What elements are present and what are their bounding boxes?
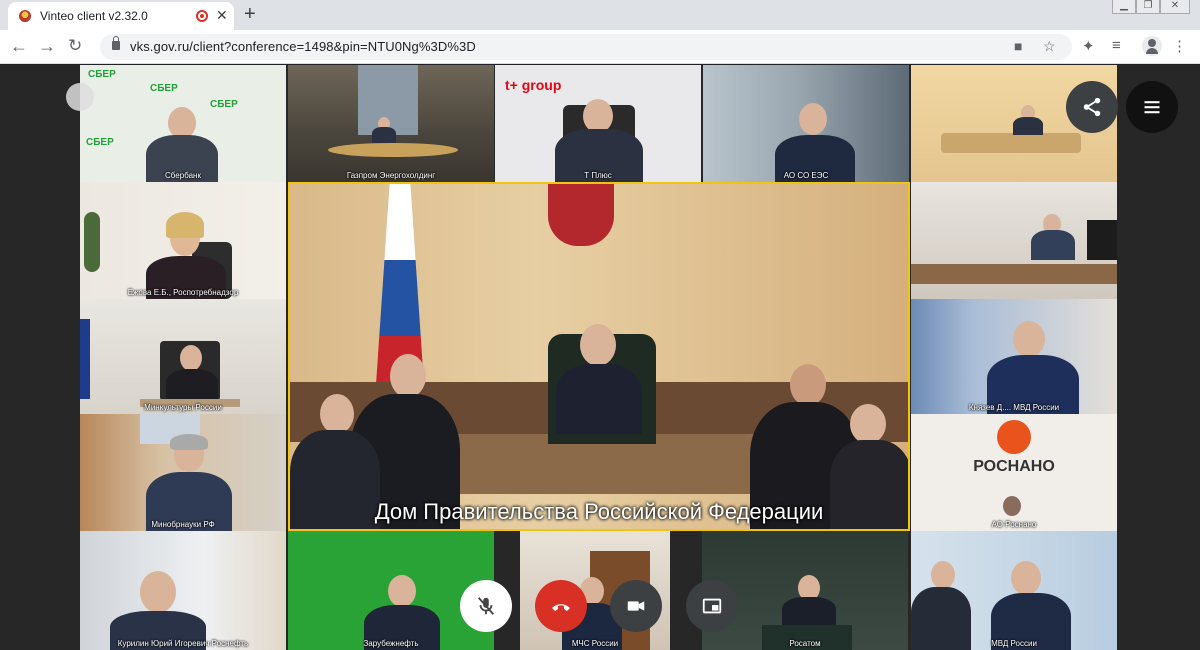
browser-menu-icon[interactable]: ⋮ [1172,37,1187,55]
hangup-button[interactable] [535,580,587,632]
profile-avatar[interactable] [1142,36,1162,56]
url-text[interactable]: vks.gov.ru/client?conference=1498&pin=NT… [130,39,476,54]
menu-button[interactable] [1126,81,1178,133]
sber-logo: СБЕР [150,83,178,94]
camera-button[interactable] [610,580,662,632]
close-tab-icon[interactable]: ✕ [216,7,228,24]
share-button[interactable] [1066,81,1118,133]
participant-tile[interactable]: Ежова Е.Б., Роспотребнадзор [80,182,286,299]
mic-off-icon [477,597,495,615]
extensions-icon[interactable]: ✦ [1082,37,1095,55]
participant-tile[interactable]: РОСНАНО АО Роснано [911,414,1117,531]
media-control-icon[interactable]: ≡ [1112,37,1121,54]
participant-label: МЧС России [571,639,619,648]
participant-label: Князев Д.... МВД России [968,403,1060,412]
pip-button[interactable] [686,580,738,632]
participant-label: Зарубежнефть [363,639,419,648]
vinteo-favicon-icon [19,10,31,22]
tab-title: Vinteo client v2.32.0 [40,9,148,23]
bookmark-star-icon[interactable]: ☆ [1043,38,1056,55]
participant-label: МВД России [991,639,1037,648]
participant-label: Курилин Юрий Игоревич Роснефть [117,639,249,648]
hangup-icon [552,604,570,611]
participant-label: Минобрнауки РФ [151,520,215,529]
address-bar[interactable]: vks.gov.ru/client?conference=1498&pin=NT… [100,34,1072,60]
vinteo-logo-icon [66,83,94,111]
new-tab-button[interactable]: + [244,3,256,26]
picture-in-picture-icon [702,598,722,614]
recording-icon [196,10,208,22]
minimize-window-button[interactable]: ▁ [1112,0,1136,14]
participant-label: Росатом [789,639,821,648]
browser-toolbar: ← → ↻ vks.gov.ru/client?conference=1498&… [0,30,1200,64]
tplus-logo: t+ group [505,77,562,93]
participant-tile[interactable]: Газпром Энергохолдинг [288,65,494,182]
participant-tile[interactable]: t+ group Т Плюс [495,65,701,182]
mute-button[interactable] [460,580,512,632]
participant-tile[interactable]: МВД России [911,531,1117,650]
browser-tabstrip: Vinteo client v2.32.0 ✕ + ▁ ❐ ✕ [0,0,1200,30]
participant-tile[interactable]: Минобрнауки РФ [80,414,286,531]
menu-icon [1144,101,1160,114]
participant-tile[interactable]: Князев Д.... МВД России [911,299,1117,414]
lock-icon[interactable] [112,36,120,50]
coat-of-arms-icon [548,184,614,246]
rosnano-logo-icon [997,420,1031,454]
participant-label: Ежова Е.Б., Роспотребнадзор [127,288,239,297]
forward-icon[interactable]: → [38,36,56,57]
rosnano-logo: РОСНАНО [973,458,1055,475]
close-window-button[interactable]: ✕ [1160,0,1190,14]
sber-logo: СБЕР [210,99,238,110]
camera-icon [627,601,645,611]
main-speaker-label: Дом Правительства Российской Федерации [374,499,824,524]
camera-permission-icon[interactable]: ■ [1014,38,1022,54]
restore-window-button[interactable]: ❐ [1136,0,1160,14]
sber-logo: СБЕР [86,137,114,148]
conference-stage: СБЕР СБЕР СБЕР СБЕР Сбербанк Газпром Эне… [0,65,1200,650]
main-speaker-tile[interactable]: Дом Правительства Российской Федерации [288,182,910,531]
back-icon[interactable]: ← [10,36,28,57]
participant-label: АО СО ЕЭС [783,171,829,180]
participant-label: АО Роснано [991,520,1037,529]
participant-label: Минкультуры России [144,403,222,412]
participant-tile[interactable]: Курилин Юрий Игоревич Роснефть [80,531,286,650]
participant-tile[interactable]: Минкультуры России [80,299,286,414]
participant-label: Т Плюс [584,171,612,180]
browser-tab[interactable]: Vinteo client v2.32.0 ✕ [8,2,234,30]
participant-tile[interactable]: СБЕР СБЕР СБЕР СБЕР Сбербанк [80,65,286,182]
participant-tile[interactable] [911,182,1117,299]
sber-logo: СБЕР [88,69,116,80]
participant-tile[interactable]: АО СО ЕЭС [703,65,909,182]
reload-icon[interactable]: ↻ [68,36,82,56]
participant-label: Сбербанк [165,171,201,180]
participant-label: Газпром Энергохолдинг [346,171,436,180]
share-icon [1083,97,1101,117]
participant-tile[interactable]: Зарубежнефть [288,531,494,650]
